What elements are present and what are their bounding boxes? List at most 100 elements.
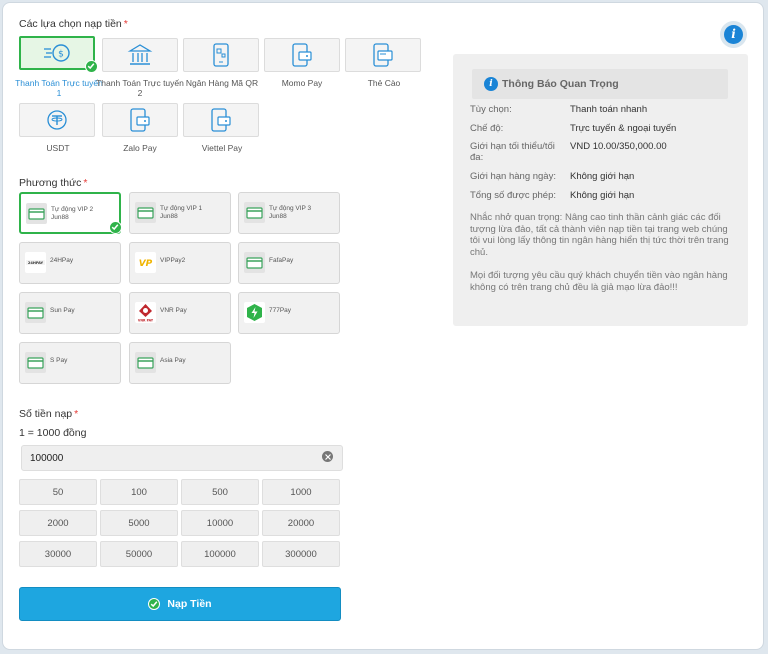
deposit-panel: Các lựa chọn nạp tiền * $ Thanh Toán Trực… [2,2,764,650]
card-icon [26,203,47,224]
option-label: Thanh Toán Trực tuyến 1 [15,78,103,98]
notice-value: VND 10.00/350,000.00 [570,141,667,152]
phone-wallet-icon [211,108,231,132]
qr-phone-icon [213,43,229,67]
card-icon [135,352,156,373]
phone-wallet-icon [130,108,150,132]
notice-header: i Thông Báo Quan Trọng [472,69,728,99]
notice-warning: Mọi đối tượng yêu cầu quý khách chuyển t… [470,270,728,293]
option-label: Ngân Hàng Mã QR [185,78,259,88]
card-icon [25,302,46,323]
notice-key: Tổng số được phép: [470,190,557,201]
card-icon [244,252,265,273]
info-toggle-button[interactable]: i [720,21,747,48]
quick-amount-button[interactable]: 5000 [100,510,178,536]
quick-amount-button[interactable]: 300000 [262,541,340,567]
info-icon: i [484,77,498,91]
amount-title: Số tiền nạp * [19,408,79,420]
quick-amount-button[interactable]: 10000 [181,510,259,536]
notice-key: Chế độ: [470,123,504,134]
option-momo-pay[interactable] [264,38,340,72]
method-name: 24HPay [50,257,74,264]
method-24hpay[interactable]: 24HPAY 24HPay [19,242,121,284]
method-name: Asia Pay [160,357,186,364]
card-phone-icon [373,43,393,67]
quick-amount-button[interactable]: 50000 [100,541,178,567]
option-label: Zalo Pay [123,143,157,153]
notice-value: Trực tuyến & ngoại tuyến [570,123,677,134]
option-bank-qr[interactable] [183,38,259,72]
option-usdt[interactable] [19,103,95,137]
selected-check-icon [109,221,122,234]
notice-key: Giới hạn hàng ngày: [470,171,556,182]
quick-amount-button[interactable]: 500 [181,479,259,505]
method-auto-vip-2[interactable]: Tự động VIP 2 Jun88 [19,192,121,234]
method-name: FafaPay [269,257,294,264]
required-mark: * [74,408,79,420]
option-label: Viettel Pay [201,143,243,153]
usdt-icon [47,110,67,130]
24hpay-logo-icon: 24HPAY [25,252,46,273]
notice-value: Thanh toán nhanh [570,104,648,115]
notice-reminder: Nhắc nhở quan trọng: Nâng cao tinh thần … [470,212,729,258]
quick-amount-button[interactable]: 20000 [262,510,340,536]
method-title: Phương thức * [19,177,88,189]
quick-amount-button[interactable]: 2000 [19,510,97,536]
method-name: Tự động VIP 1 Jun88 [160,205,203,220]
svg-text:VP: VP [139,259,153,269]
method-777pay[interactable]: 777Pay [238,292,340,334]
notice-title: Thông Báo Quan Trọng [502,78,619,90]
vippay-logo-icon: VP [135,252,156,273]
method-s-pay[interactable]: S Pay [19,342,121,384]
amount-input[interactable] [21,445,343,471]
card-icon [25,352,46,373]
deposit-submit-button[interactable]: Nạp Tiền [19,587,341,621]
method-name: 777Pay [269,307,292,314]
method-name: VIPPay2 [160,257,186,264]
method-vippay2[interactable]: VP VIPPay2 [129,242,231,284]
bank-icon [127,44,153,65]
svg-text:24HPAY: 24HPAY [28,261,44,265]
exchange-rate: 1 = 1000 đồng [19,427,87,439]
method-name: S Pay [50,357,68,364]
required-mark: * [83,177,88,189]
svg-text:VNR PAY: VNR PAY [138,319,154,323]
quick-amount-button[interactable]: 30000 [19,541,97,567]
card-icon [244,202,265,223]
method-name: Tự động VIP 2 Jun88 [51,206,94,221]
info-icon: i [724,25,743,44]
quick-amount-button[interactable]: 1000 [262,479,340,505]
method-auto-vip-1[interactable]: Tự động VIP 1 Jun88 [129,192,231,234]
notice-value: Không giới hạn [570,171,635,182]
notice-panel: i Thông Báo Quan Trọng Tùy chọn: Thanh t… [453,54,748,326]
quick-amount-button[interactable]: 100000 [181,541,259,567]
clear-icon[interactable] [322,451,333,462]
option-online-payment-2[interactable] [102,38,178,72]
option-viettel-pay[interactable] [183,103,259,137]
svg-text:$: $ [58,50,64,60]
method-vnr-pay[interactable]: VNR PAY VNR Pay [129,292,231,334]
fast-coin-icon: $ [44,44,70,62]
option-label: Thẻ Cào [367,78,401,88]
method-asia-pay[interactable]: Asia Pay [129,342,231,384]
quick-amount-button[interactable]: 100 [100,479,178,505]
method-name: VNR Pay [160,307,187,314]
notice-key: Tùy chọn: [470,104,512,115]
card-icon [135,202,156,223]
method-fafapay[interactable]: FafaPay [238,242,340,284]
method-sun-pay[interactable]: Sun Pay [19,292,121,334]
phone-wallet-icon [292,43,312,67]
777pay-logo-icon [244,302,265,323]
vnr-logo-icon: VNR PAY [135,302,156,323]
check-icon [148,598,161,610]
option-label: Thanh Toán Trực tuyến 2 [96,78,184,98]
quick-amount-button[interactable]: 50 [19,479,97,505]
method-name: Tự động VIP 3 Jun88 [269,205,312,220]
notice-value: Không giới hạn [570,190,635,201]
option-zalo-pay[interactable] [102,103,178,137]
option-label: Momo Pay [281,78,323,88]
option-online-payment-1[interactable]: $ [19,36,95,70]
option-scratch-card[interactable] [345,38,421,72]
option-label: USDT [46,143,70,153]
method-auto-vip-3[interactable]: Tự động VIP 3 Jun88 [238,192,340,234]
